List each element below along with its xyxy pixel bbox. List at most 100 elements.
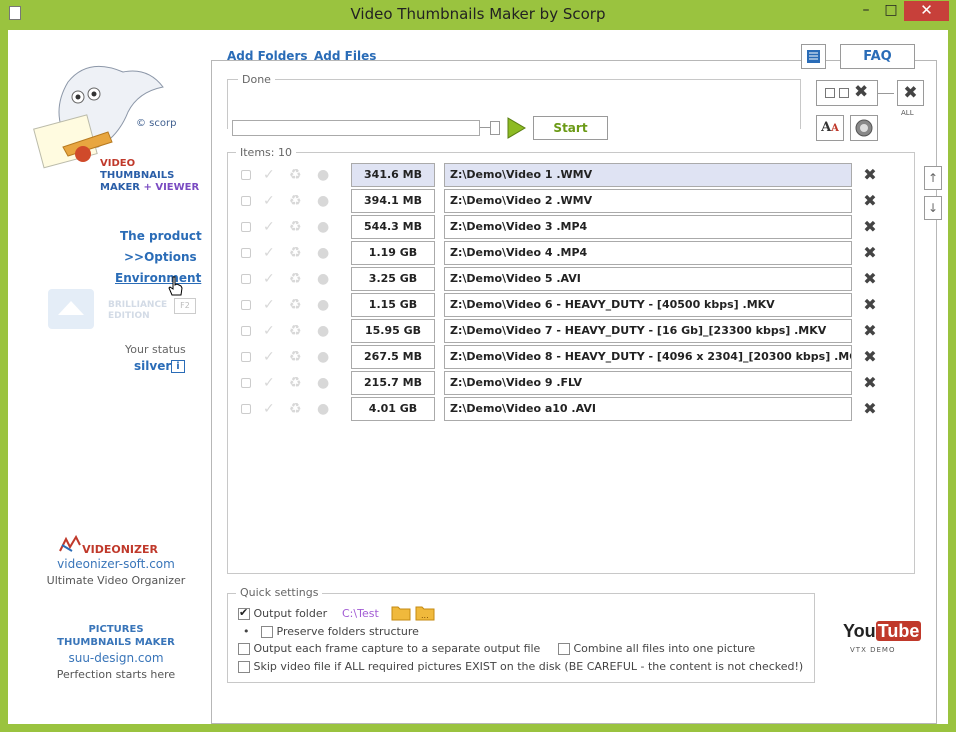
row-checkbox[interactable]: [241, 352, 251, 362]
row-checkbox[interactable]: [241, 248, 251, 258]
preserve-checkbox[interactable]: [261, 626, 273, 638]
browse-folder-icon[interactable]: ...: [415, 604, 435, 621]
remove-item-icon[interactable]: ✖: [862, 348, 878, 366]
status-icon: ●: [317, 349, 330, 365]
remove-item-icon[interactable]: ✖: [862, 296, 878, 314]
item-size[interactable]: 1.15 GB: [351, 293, 435, 317]
folder-icon[interactable]: [391, 604, 411, 621]
remove-item-icon[interactable]: ✖: [862, 244, 878, 262]
remove-item-icon[interactable]: ✖: [862, 270, 878, 288]
play-icon[interactable]: [505, 116, 527, 140]
ad-pictures-link[interactable]: suu-design.com: [36, 651, 196, 665]
font-button[interactable]: AA: [816, 115, 844, 141]
start-button[interactable]: Start: [533, 116, 608, 140]
refresh-button[interactable]: [850, 115, 878, 141]
list-view-button[interactable]: [801, 44, 826, 69]
item-path[interactable]: Z:\Demo\Video 4 .MP4: [444, 241, 852, 265]
skip-checkbox[interactable]: [238, 661, 250, 673]
edition-label: BRILLIANCE EDITION: [108, 300, 168, 321]
separate-checkbox[interactable]: [238, 643, 250, 655]
remove-item-icon[interactable]: ✖: [862, 166, 878, 184]
maximize-button[interactable]: □: [878, 0, 904, 22]
nav-options[interactable]: >>Options: [124, 250, 197, 264]
item-path[interactable]: Z:\Demo\Video 2 .WMV: [444, 189, 852, 213]
recycle-icon: ♻: [289, 297, 302, 313]
connector-line: [878, 93, 894, 94]
brand-line-2: THUMBNAILS: [100, 170, 175, 181]
row-checkbox[interactable]: [241, 170, 251, 180]
row-controls: ✓ ♻ ●: [233, 243, 343, 263]
check-icon: ✓: [263, 375, 275, 391]
items-count-label: Items: 10: [236, 146, 296, 159]
item-size[interactable]: 544.3 MB: [351, 215, 435, 239]
add-folders-link[interactable]: Add Folders: [227, 49, 308, 63]
row-checkbox[interactable]: [241, 326, 251, 336]
item-size[interactable]: 4.01 GB: [351, 397, 435, 421]
minimize-button[interactable]: –: [852, 0, 880, 22]
bullet: •: [243, 625, 250, 638]
item-size[interactable]: 341.6 MB: [351, 163, 435, 187]
item-path[interactable]: Z:\Demo\Video a10 .AVI: [444, 397, 852, 421]
done-group-label: Done: [238, 73, 275, 86]
select-toggle-button[interactable]: ✖: [816, 80, 878, 106]
row-checkbox[interactable]: [241, 300, 251, 310]
status-icon: ●: [317, 375, 330, 391]
output-folder-checkbox[interactable]: ✔: [238, 606, 250, 620]
combine-checkbox[interactable]: [558, 643, 570, 655]
progress-bar: [232, 120, 480, 136]
item-size[interactable]: 3.25 GB: [351, 267, 435, 291]
output-folder-label: Output folder: [253, 607, 328, 620]
status-icon: ●: [317, 193, 330, 209]
item-size[interactable]: 267.5 MB: [351, 345, 435, 369]
remove-item-icon[interactable]: ✖: [862, 322, 878, 340]
youtube-logo[interactable]: You Tube: [843, 621, 922, 642]
skip-row: Skip video file if ALL required pictures…: [238, 660, 803, 673]
output-folder-row: ✔ Output folder: [238, 606, 328, 620]
window-title: Video Thumbnails Maker by Scorp: [350, 5, 606, 23]
row-checkbox[interactable]: [241, 378, 251, 388]
row-controls: ✓ ♻ ●: [233, 269, 343, 289]
upgrade-arrow-icon: [48, 289, 94, 329]
owl-logo: [33, 65, 164, 169]
add-files-link[interactable]: Add Files: [314, 49, 376, 63]
remove-item-icon[interactable]: ✖: [862, 192, 878, 210]
row-controls: ✓ ♻ ●: [233, 321, 343, 341]
faq-button[interactable]: FAQ: [840, 44, 915, 69]
item-path[interactable]: Z:\Demo\Video 3 .MP4: [444, 215, 852, 239]
item-path[interactable]: Z:\Demo\Video 8 - HEAVY_DUTY - [4096 x 2…: [444, 345, 852, 369]
nav-the-product[interactable]: The product: [120, 229, 202, 243]
ad-videonizer-link[interactable]: videonizer-soft.com: [36, 557, 196, 571]
move-up-button[interactable]: ↑: [924, 166, 942, 190]
item-path[interactable]: Z:\Demo\Video 6 - HEAVY_DUTY - [40500 kb…: [444, 293, 852, 317]
edition-badge: F2: [174, 298, 196, 314]
nav-environment[interactable]: Environment: [115, 271, 201, 285]
close-button[interactable]: ✕: [904, 1, 949, 21]
item-size[interactable]: 215.7 MB: [351, 371, 435, 395]
row-checkbox[interactable]: [241, 222, 251, 232]
row-controls: ✓ ♻ ●: [233, 191, 343, 211]
check-icon: ✓: [263, 193, 275, 209]
item-path[interactable]: Z:\Demo\Video 1 .WMV: [444, 163, 852, 187]
item-path[interactable]: Z:\Demo\Video 5 .AVI: [444, 267, 852, 291]
item-size[interactable]: 1.19 GB: [351, 241, 435, 265]
row-checkbox[interactable]: [241, 404, 251, 414]
status-info-icon[interactable]: i: [171, 360, 185, 373]
row-controls: ✓ ♻ ●: [233, 373, 343, 393]
clear-all-button[interactable]: ✖: [897, 80, 924, 106]
remove-item-icon[interactable]: ✖: [862, 400, 878, 418]
check-icon: ✓: [263, 245, 275, 261]
list-icon: [807, 50, 820, 63]
item-path[interactable]: Z:\Demo\Video 7 - HEAVY_DUTY - [16 Gb]_[…: [444, 319, 852, 343]
status-icon: ●: [317, 167, 330, 183]
move-down-button[interactable]: ↓: [924, 196, 942, 220]
item-size[interactable]: 394.1 MB: [351, 189, 435, 213]
recycle-icon: ♻: [289, 167, 302, 183]
row-checkbox[interactable]: [241, 196, 251, 206]
status-icon: ●: [317, 219, 330, 235]
svg-text:...: ...: [421, 611, 429, 620]
row-checkbox[interactable]: [241, 274, 251, 284]
item-path[interactable]: Z:\Demo\Video 9 .FLV: [444, 371, 852, 395]
remove-item-icon[interactable]: ✖: [862, 374, 878, 392]
remove-item-icon[interactable]: ✖: [862, 218, 878, 236]
item-size[interactable]: 15.95 GB: [351, 319, 435, 343]
